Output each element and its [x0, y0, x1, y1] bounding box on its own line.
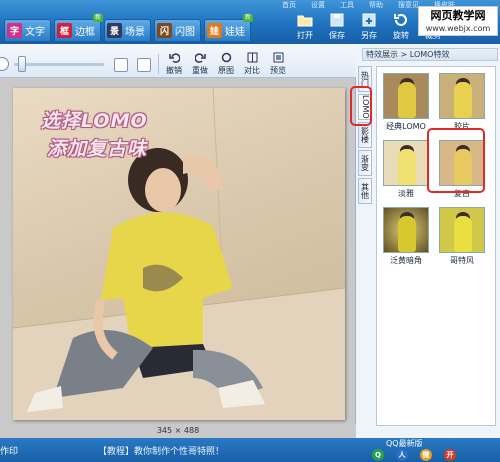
save-button[interactable]: 保存 — [322, 12, 352, 41]
effect-label: 淡雅 — [398, 189, 414, 198]
flash-icon: 闪 — [157, 23, 172, 38]
renren-icon[interactable]: 人 — [396, 449, 408, 461]
redo-label: 重做 — [192, 66, 208, 75]
status-left-text: 作印 — [0, 447, 19, 457]
effect-yellow-vignette[interactable]: 泛黄暗角 — [381, 206, 431, 270]
effect-thumbnail-image — [383, 207, 429, 253]
effect-film[interactable]: 胶片 — [437, 72, 487, 136]
effect-thumbnail-image — [383, 140, 429, 186]
tab-label: 边框 — [75, 27, 95, 38]
panel-breadcrumb: 特效展示 > LOMO特效 — [362, 48, 498, 61]
top-bar: 首页 设置 工具 帮助 搜意见 换皮肤 字 文字 框 边框 新 景 场景 闪 闪… — [0, 0, 500, 44]
original-icon — [221, 52, 231, 63]
save-as-button[interactable]: 另存 — [354, 12, 384, 41]
tab-flash[interactable]: 闪 闪图 — [154, 19, 201, 41]
effect-thumbnail-image — [439, 207, 485, 253]
tab-label: 文字 — [25, 27, 45, 38]
caption-line-2: 添加复古味 — [47, 138, 148, 160]
tab-other[interactable]: 其他 — [358, 178, 372, 204]
effect-elegant[interactable]: 淡雅 — [381, 139, 431, 203]
site-watermark: 网页教学网 www.webjx.com — [418, 6, 498, 36]
caption-line-1: 选择LOMO — [41, 110, 148, 132]
effect-thumbnails: 经典LOMO 胶片 淡雅 复古 泛黄暗角 哥特风 — [376, 66, 496, 426]
canvas-area: 选择LOMO 添加复古味 — [0, 78, 356, 424]
lomo-tab-highlight — [350, 86, 372, 126]
tool-label: 旋转 — [393, 31, 409, 40]
tab-frame[interactable]: 框 边框 新 — [54, 14, 103, 41]
menu-home[interactable]: 首页 — [282, 0, 296, 10]
zoom-slider-track[interactable] — [14, 63, 104, 66]
qzone-icon[interactable]: Q — [372, 449, 384, 461]
tab-label: 场景 — [125, 27, 145, 38]
open-icon — [297, 15, 313, 27]
new-badge: 新 — [242, 14, 253, 22]
rotate-icon — [394, 14, 407, 26]
version-link[interactable]: QQ最新版 — [386, 438, 423, 449]
original-label: 原图 — [218, 66, 234, 75]
image-size-label: 345 × 488 — [0, 424, 356, 438]
compare-icon — [247, 52, 257, 63]
zoom-out-icon[interactable] — [0, 57, 9, 71]
undo-icon — [168, 53, 180, 63]
tab-text[interactable]: 字 文字 — [4, 19, 51, 41]
preview-icon — [273, 52, 283, 63]
doll-icon: 娃 — [207, 23, 222, 38]
menu-tools[interactable]: 工具 — [340, 0, 354, 10]
save-as-icon — [362, 13, 376, 27]
effect-gothic[interactable]: 哥特风 — [437, 206, 487, 270]
text-icon: 字 — [7, 23, 22, 38]
vintage-effect-highlight — [427, 128, 485, 193]
effect-classic-lomo[interactable]: 经典LOMO — [381, 72, 431, 136]
preview-button[interactable]: 预览 — [266, 52, 290, 76]
undo-label: 撤销 — [166, 66, 182, 75]
effect-thumbnail-image — [439, 73, 485, 119]
tab-scene[interactable]: 景 场景 — [104, 19, 151, 41]
module-tabs: 字 文字 框 边框 新 景 场景 闪 闪图 娃 娃娃 新 — [4, 14, 253, 41]
tab-gradient[interactable]: 渐变 — [358, 150, 372, 176]
save-icon — [330, 13, 344, 27]
kaixin-icon[interactable]: 开 — [444, 449, 456, 461]
menu-feedback[interactable]: 搜意见 — [398, 0, 419, 10]
menu-settings[interactable]: 设置 — [311, 0, 325, 10]
frame-icon: 框 — [57, 23, 72, 38]
tutorial-link[interactable]: 【教程】教你制作个性哥特照！ — [98, 444, 224, 457]
tab-label: 闪图 — [175, 27, 195, 38]
watermark-title: 网页教学网 — [430, 9, 486, 22]
effect-label: 哥特风 — [450, 256, 474, 265]
compare-label: 对比 — [244, 66, 260, 75]
share-icons: Q 人 微 开 — [372, 449, 456, 461]
open-button[interactable]: 打开 — [290, 12, 320, 41]
new-badge: 新 — [92, 14, 103, 22]
edit-toolbar: 撤销 重做 原图 对比 预览 — [0, 44, 356, 78]
effect-label: 经典LOMO — [386, 122, 426, 131]
scene-icon: 景 — [107, 23, 122, 38]
watermark-url: www.webjx.com — [425, 24, 491, 33]
effects-panel: 特效展示 > LOMO特效 热门 LOMO 影楼 渐变 其他 经典LOMO 胶片… — [356, 44, 500, 438]
tab-doll[interactable]: 娃 娃娃 新 — [204, 14, 253, 41]
tool-label: 另存 — [361, 31, 377, 40]
zoom-slider-thumb[interactable] — [18, 56, 26, 72]
effect-thumbnail-image — [383, 73, 429, 119]
actual-size-icon[interactable] — [137, 58, 151, 72]
menu-help[interactable]: 帮助 — [369, 0, 383, 10]
edited-photo[interactable]: 选择LOMO 添加复古味 — [13, 88, 345, 420]
weibo-icon[interactable]: 微 — [420, 449, 432, 461]
rotate-button[interactable]: 旋转 — [386, 12, 416, 41]
tool-label: 打开 — [297, 31, 313, 40]
redo-button[interactable]: 重做 — [188, 52, 212, 76]
undo-button[interactable]: 撤销 — [162, 52, 186, 76]
preview-label: 预览 — [270, 66, 286, 75]
tab-label: 娃娃 — [225, 27, 245, 38]
original-button[interactable]: 原图 — [214, 52, 238, 76]
redo-icon — [194, 53, 206, 63]
divider — [158, 54, 159, 74]
fit-window-icon[interactable] — [114, 58, 128, 72]
compare-button[interactable]: 对比 — [240, 52, 264, 76]
effect-label: 泛黄暗角 — [390, 256, 422, 265]
tool-label: 保存 — [329, 31, 345, 40]
status-bar: 作印 【教程】教你制作个性哥特照！ QQ最新版 Q 人 微 开 — [0, 438, 500, 462]
